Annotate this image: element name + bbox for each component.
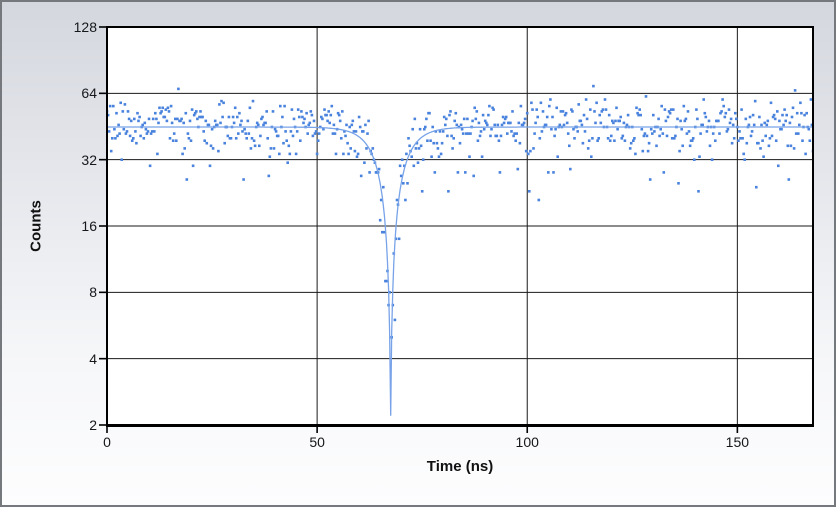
y-tick-label: 128	[73, 19, 97, 35]
y-tick-label: 32	[81, 151, 97, 168]
chart-window: 2 4 8 16 32 64 128 0 50 100 150 Counts Time (ns)	[0, 0, 836, 507]
y-axis-title: Counts	[27, 200, 45, 252]
x-tick-label: 0	[103, 434, 111, 450]
x-tick-label: 100	[515, 434, 539, 450]
y-tick-label: 16	[81, 218, 97, 234]
x-tick-label: 50	[309, 434, 325, 450]
y-tick-label: 4	[89, 350, 97, 367]
x-tick-label: 150	[725, 434, 750, 450]
y-tick-label: 64	[81, 85, 97, 102]
x-axis-title: Time (ns)	[426, 458, 494, 475]
y-tick-label: 8	[89, 284, 97, 301]
y-tick-label: 2	[89, 417, 97, 433]
